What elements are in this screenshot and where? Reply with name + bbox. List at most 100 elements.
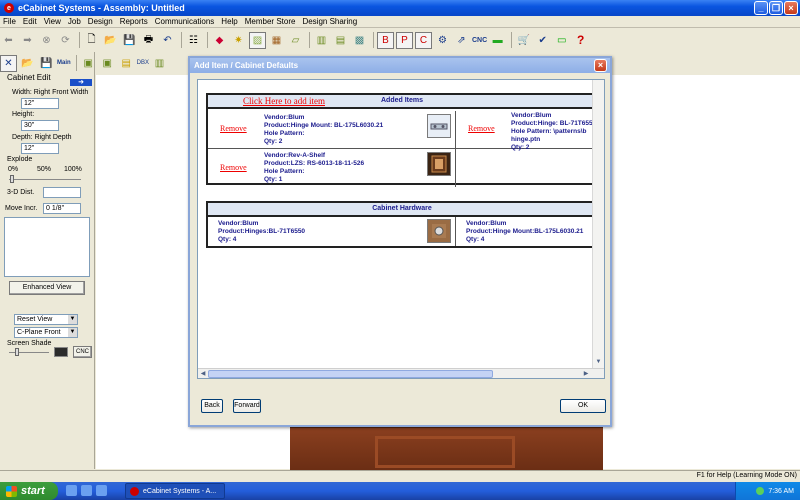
grid-icon[interactable]: ▩: [351, 32, 368, 49]
menu-job[interactable]: Job: [68, 17, 81, 26]
start-button[interactable]: start: [0, 482, 58, 500]
ok-button[interactable]: OK: [560, 399, 606, 413]
help-question-icon[interactable]: ?: [572, 32, 589, 49]
cnc-button[interactable]: CNC: [73, 346, 92, 358]
hardware-item-1: Vendor:Blum Product:Hinges:BL-71T6550 Qt…: [208, 217, 456, 246]
drawing-icon[interactable]: ▨: [249, 31, 266, 49]
explorer-icon[interactable]: [81, 485, 92, 496]
back-arrow-icon[interactable]: ⬅: [0, 32, 17, 49]
molding-icon[interactable]: ▦: [268, 32, 285, 49]
menu-design[interactable]: Design: [88, 17, 113, 26]
refresh-icon[interactable]: ⟳: [57, 32, 74, 49]
added-items-header: Click Here to add item Added Items: [208, 95, 596, 109]
cart-icon[interactable]: 🛒: [515, 32, 532, 49]
height-field[interactable]: 30": [21, 120, 59, 131]
screen-shade-handle[interactable]: [15, 348, 19, 356]
item-vendor: Vendor:Rev-A-Shelf: [264, 152, 326, 159]
minimize-button[interactable]: _: [754, 1, 768, 15]
item-product: Product:Hinge Mount: BL-175L6030.21: [264, 122, 384, 129]
export-icon[interactable]: ⇗: [453, 32, 470, 49]
tall-cabinet-icon[interactable]: ▣: [99, 55, 116, 72]
shade-preview-swatch: [54, 347, 68, 357]
menu-reports[interactable]: Reports: [120, 17, 148, 26]
close-button[interactable]: ×: [784, 1, 798, 15]
arrow-right-icon[interactable]: ➜: [70, 79, 92, 86]
panel-icon[interactable]: ▱: [287, 32, 304, 49]
menu-help[interactable]: Help: [221, 17, 237, 26]
undo-icon[interactable]: ↶: [159, 32, 176, 49]
taskbar-app-button[interactable]: eCabinet Systems - A...: [125, 483, 225, 499]
menu-edit[interactable]: Edit: [23, 17, 37, 26]
stop-icon[interactable]: ⊗: [38, 32, 55, 49]
vertical-scrollbar[interactable]: ▼: [592, 80, 604, 370]
cplane-select[interactable]: C-Plane Front ▼: [14, 327, 78, 338]
move-increment-field[interactable]: 0 1/8": [43, 203, 81, 214]
report-c-icon[interactable]: C: [415, 31, 432, 49]
cabinet-icon[interactable]: ▥: [313, 32, 330, 49]
scroll-right-icon[interactable]: ▶: [582, 370, 590, 378]
material-icon[interactable]: ◆: [211, 32, 228, 49]
open-folder-icon[interactable]: 📂: [102, 32, 119, 49]
media-icon[interactable]: [96, 485, 107, 496]
quick-launch: [66, 485, 107, 496]
machine-icon[interactable]: ⚙: [434, 32, 451, 49]
menu-design-sharing[interactable]: Design Sharing: [302, 17, 357, 26]
scroll-left-icon[interactable]: ◀: [199, 370, 207, 378]
reset-view-select[interactable]: Reset View ▼: [14, 314, 78, 325]
forward-button[interactable]: Forward: [233, 399, 261, 413]
taskbar-app-label: eCabinet Systems - A...: [143, 487, 217, 495]
explode-slider-track: [9, 179, 81, 180]
restore-button[interactable]: ❐: [769, 1, 783, 15]
report-b-icon[interactable]: B: [377, 31, 394, 49]
forward-arrow-icon[interactable]: ➡: [19, 32, 36, 49]
hinge-mount-thumbnail: [427, 114, 451, 138]
highlight-icon[interactable]: ✷: [230, 32, 247, 49]
menu-communications[interactable]: Communications: [155, 17, 215, 26]
cabinet-model[interactable]: [290, 425, 603, 470]
explode-tick-50: 50%: [37, 166, 52, 173]
remove-link[interactable]: Remove: [220, 124, 247, 133]
report-p-icon[interactable]: P: [396, 31, 413, 49]
scroll-down-icon[interactable]: ▼: [594, 359, 603, 368]
menu-file[interactable]: File: [3, 17, 16, 26]
window-title-bar[interactable]: e eCabinet Systems - Assembly: Untitled …: [0, 0, 800, 16]
back-button[interactable]: Back: [201, 399, 223, 413]
item-qty: Qty: 1: [264, 176, 283, 183]
ecabinet-app-icon: e: [4, 3, 14, 13]
remove-link[interactable]: Remove: [468, 124, 495, 133]
horizontal-scrollbar[interactable]: ◀ ▶: [198, 368, 604, 378]
move-increment-label: Move Incr.: [5, 205, 38, 212]
save-icon[interactable]: 💾: [121, 32, 138, 49]
remove-link[interactable]: Remove: [220, 163, 247, 172]
dbx-icon[interactable]: DBX: [137, 55, 149, 72]
door-icon[interactable]: ▥: [151, 55, 168, 72]
horizontal-scroll-thumb[interactable]: [208, 370, 493, 378]
menu-view[interactable]: View: [44, 17, 61, 26]
item-product: Product:Hinge: BL-71T6550: [511, 120, 597, 127]
chevron-down-icon: ▼: [68, 328, 77, 337]
screen-icon[interactable]: ▭: [553, 32, 570, 49]
print-icon[interactable]: 🖶: [140, 32, 157, 49]
flag-icon[interactable]: ▬: [489, 32, 506, 49]
explode-slider-handle[interactable]: [10, 175, 14, 183]
drawer-icon[interactable]: ▤: [118, 55, 135, 72]
new-file-icon[interactable]: 🗋: [83, 32, 100, 49]
status-help-text: F1 for Help (Learning Mode ON): [696, 472, 797, 479]
dist-field[interactable]: [43, 187, 81, 198]
menu-member-store[interactable]: Member Store: [245, 17, 296, 26]
hardware-vendor: Vendor:Blum: [466, 220, 507, 227]
browser-icon[interactable]: [66, 485, 77, 496]
cnc-icon[interactable]: CNC: [472, 32, 487, 49]
added-item-3: Remove Vendor:Rev-A-Shelf Product:LZS: R…: [208, 149, 456, 187]
tray-status-icon[interactable]: [756, 487, 765, 495]
item-product: Product:LZS: RS-6013-18-11-526: [264, 160, 365, 167]
dialog-close-button[interactable]: ×: [594, 59, 607, 72]
dialog-title-bar[interactable]: Add Item / Cabinet Defaults: [190, 58, 610, 73]
enhanced-view-button[interactable]: Enhanced View: [9, 281, 85, 295]
width-field[interactable]: 12": [21, 98, 59, 109]
member-icon[interactable]: ✔: [534, 32, 551, 49]
hardware-product: Product:Hinge Mount:BL-175L6030.21: [466, 228, 584, 235]
depth-field[interactable]: 12": [21, 143, 59, 154]
settings-sliders-icon[interactable]: ☷: [185, 32, 202, 49]
wall-cabinet-icon[interactable]: ▤: [332, 32, 349, 49]
